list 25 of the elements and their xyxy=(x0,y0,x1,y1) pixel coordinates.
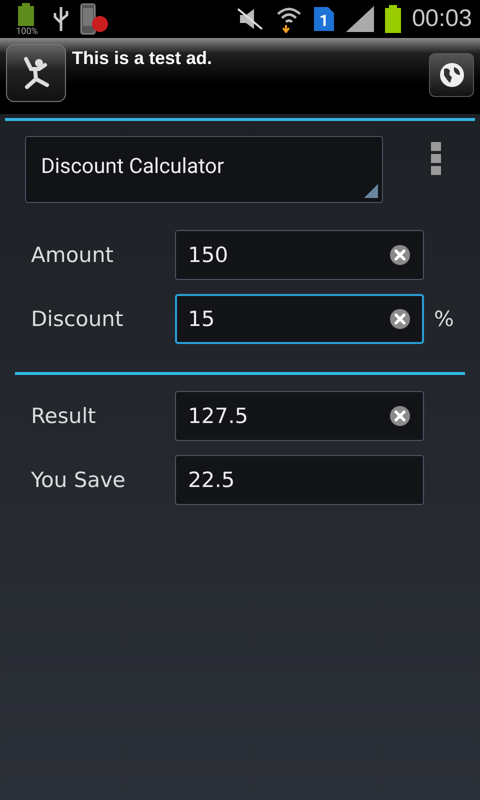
input-field[interactable]: 22.5 xyxy=(175,455,424,505)
input-field[interactable]: 127.5 xyxy=(175,391,424,441)
running-figure-icon[interactable] xyxy=(6,44,66,102)
dropdown-corner-icon xyxy=(364,184,378,198)
field-label: You Save xyxy=(30,468,126,492)
clear-icon[interactable] xyxy=(389,244,411,266)
sim-slot-number: 1 xyxy=(319,11,329,30)
signal-icon xyxy=(346,6,374,32)
clear-icon[interactable] xyxy=(389,405,411,427)
input-field[interactable]: 15 xyxy=(175,294,424,344)
overflow-menu-icon[interactable] xyxy=(431,142,441,175)
usb-icon xyxy=(52,5,70,33)
input-field[interactable]: 150 xyxy=(175,230,424,280)
calculator-dropdown[interactable]: Discount Calculator xyxy=(25,136,383,203)
clear-icon[interactable] xyxy=(389,308,411,330)
globe-icon[interactable] xyxy=(429,53,474,97)
field-label: Discount xyxy=(30,307,124,331)
battery-icon xyxy=(384,5,402,33)
unit-label: % xyxy=(434,307,454,331)
phone-icon xyxy=(80,3,108,35)
field-label: Result xyxy=(30,404,97,428)
wifi-icon xyxy=(276,5,302,33)
field-label: Amount xyxy=(30,243,115,267)
battery-percent: 100% xyxy=(16,27,38,35)
clock-time: 00:03 xyxy=(412,5,472,33)
